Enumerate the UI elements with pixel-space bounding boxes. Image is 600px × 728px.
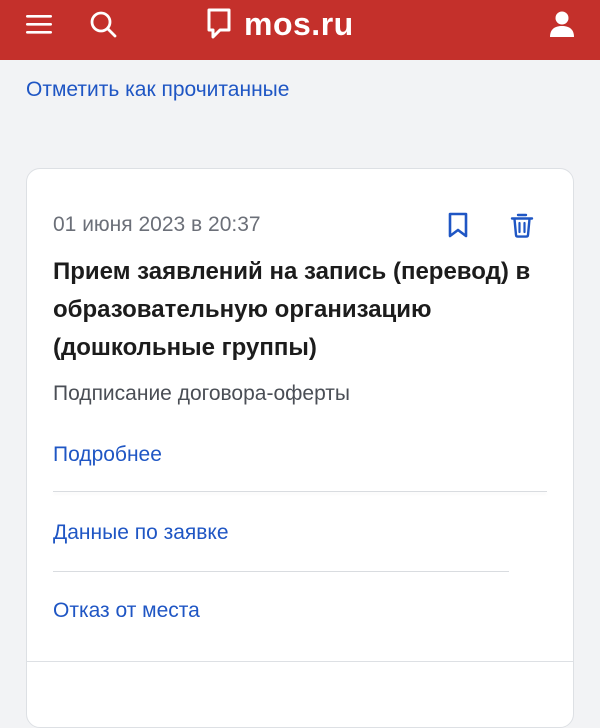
notification-date: 01 июня 2023 в 20:37 (53, 213, 261, 236)
notification-status: Подписание договора-оферты (53, 382, 351, 405)
application-data-link[interactable]: Данные по заявке (53, 521, 229, 545)
bookmark-icon[interactable] (445, 211, 471, 239)
logo-text: mos.ru (244, 5, 354, 42)
trash-icon[interactable] (509, 211, 535, 239)
site-logo[interactable]: mos.ru (206, 2, 354, 46)
mark-all-read-link[interactable]: Отметить как прочитанные (26, 78, 289, 102)
top-header: mos.ru (0, 0, 600, 60)
notification-title: Прием заявлений на запись (перевод) в об… (53, 258, 531, 361)
user-icon[interactable] (546, 8, 578, 40)
refuse-place-link[interactable]: Отказ от места (53, 599, 200, 623)
notification-card: 01 июня 2023 в 20:37 Прием заявлений на … (26, 168, 574, 728)
menu-icon[interactable] (24, 10, 56, 38)
divider (53, 491, 547, 492)
logo-mark-icon (207, 8, 231, 39)
divider (27, 661, 573, 662)
more-details-link[interactable]: Подробнее (53, 443, 162, 467)
divider (53, 571, 509, 572)
search-icon[interactable] (88, 8, 120, 40)
